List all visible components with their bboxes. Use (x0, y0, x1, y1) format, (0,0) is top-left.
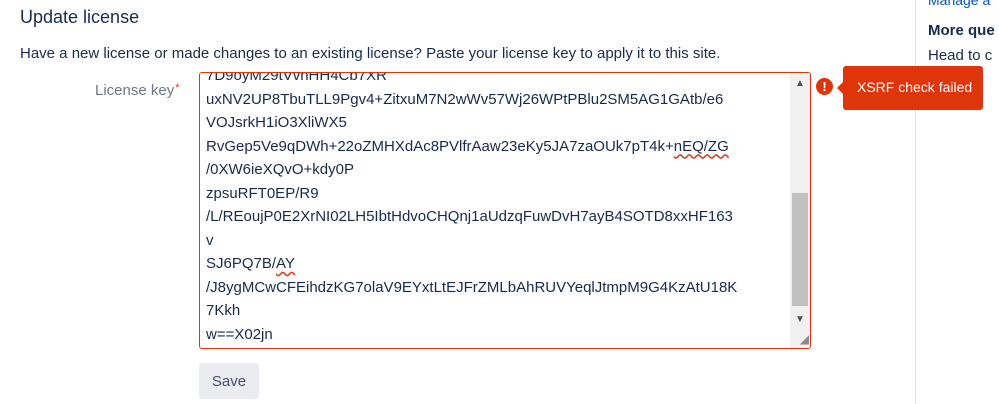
license-page: Update license Have a new license or mad… (0, 0, 999, 404)
license-line: /L/REoujP0E2XrNI02LH5IbtHdvoCHQnj1aUdzqF… (206, 208, 733, 225)
license-line: SJ6PQ7B/AY (206, 252, 790, 276)
error-icon: ! (816, 78, 833, 95)
resize-handle-icon[interactable]: ◢ (793, 331, 809, 347)
scroll-up-icon[interactable]: ▲ (790, 75, 810, 92)
license-key-label-text: License key (95, 82, 175, 99)
error-tooltip: XSRF check failed (837, 66, 983, 110)
error-tooltip-text: XSRF check failed (857, 79, 973, 95)
license-line: /J8ygMCwCFEihdzKG7olaV9EYxtLtEJFrZMLbAhR… (206, 278, 738, 296)
license-line: /0XW6ieXQvO+kdy0P (206, 161, 354, 178)
license-description: Have a new license or made changes to an… (20, 45, 721, 62)
license-key-text[interactable]: 7D9oyM29tVvhHH4Cb7XR uxNV2UP8TbuTLL9Pgv4… (206, 72, 790, 346)
license-line: 7D9oyM29tVvhHH4Cb7XR (206, 72, 387, 84)
required-marker: * (175, 82, 180, 94)
license-line: uxNV2UP8TbuTLL9Pgv4+ZitxuM7N2wWv57Wj26WP… (206, 90, 724, 108)
save-button[interactable]: Save (199, 363, 259, 399)
more-questions-heading: More que (928, 22, 995, 39)
license-line: zpsuRFT0EP/R9 (206, 184, 319, 202)
scroll-down-icon[interactable]: ▼ (790, 311, 810, 328)
spellcheck-word: nEQ/ZG (673, 137, 729, 155)
license-line: 7Kkh (206, 302, 241, 319)
manage-link[interactable]: Manage a (928, 0, 990, 8)
scroll-thumb[interactable] (792, 193, 808, 306)
license-key-label: License key* (95, 82, 180, 99)
license-line: v (206, 231, 214, 249)
more-questions-text: Head to c (928, 47, 993, 64)
help-sidebar: Manage a More que Head to c (915, 0, 999, 404)
license-line-part: RvGep5Ve9qDWh+22oZMHXdAc8PVlfrAaw23eKy5J… (206, 137, 674, 155)
spellcheck-word: AY (276, 255, 295, 272)
page-title: Update license (20, 7, 140, 27)
textarea-scrollbar[interactable]: ▲ ▼ (790, 73, 810, 348)
license-line-part: SJ6PQ7B/ (206, 255, 277, 272)
license-line: VOJsrkH1iO3XliWX5 (206, 114, 347, 131)
license-line: w==X02jn (206, 325, 273, 343)
license-line: RvGep5Ve9qDWh+22oZMHXdAc8PVlfrAaw23eKy5J… (206, 135, 790, 159)
license-key-textarea[interactable]: 7D9oyM29tVvhHH4Cb7XR uxNV2UP8TbuTLL9Pgv4… (199, 72, 811, 349)
